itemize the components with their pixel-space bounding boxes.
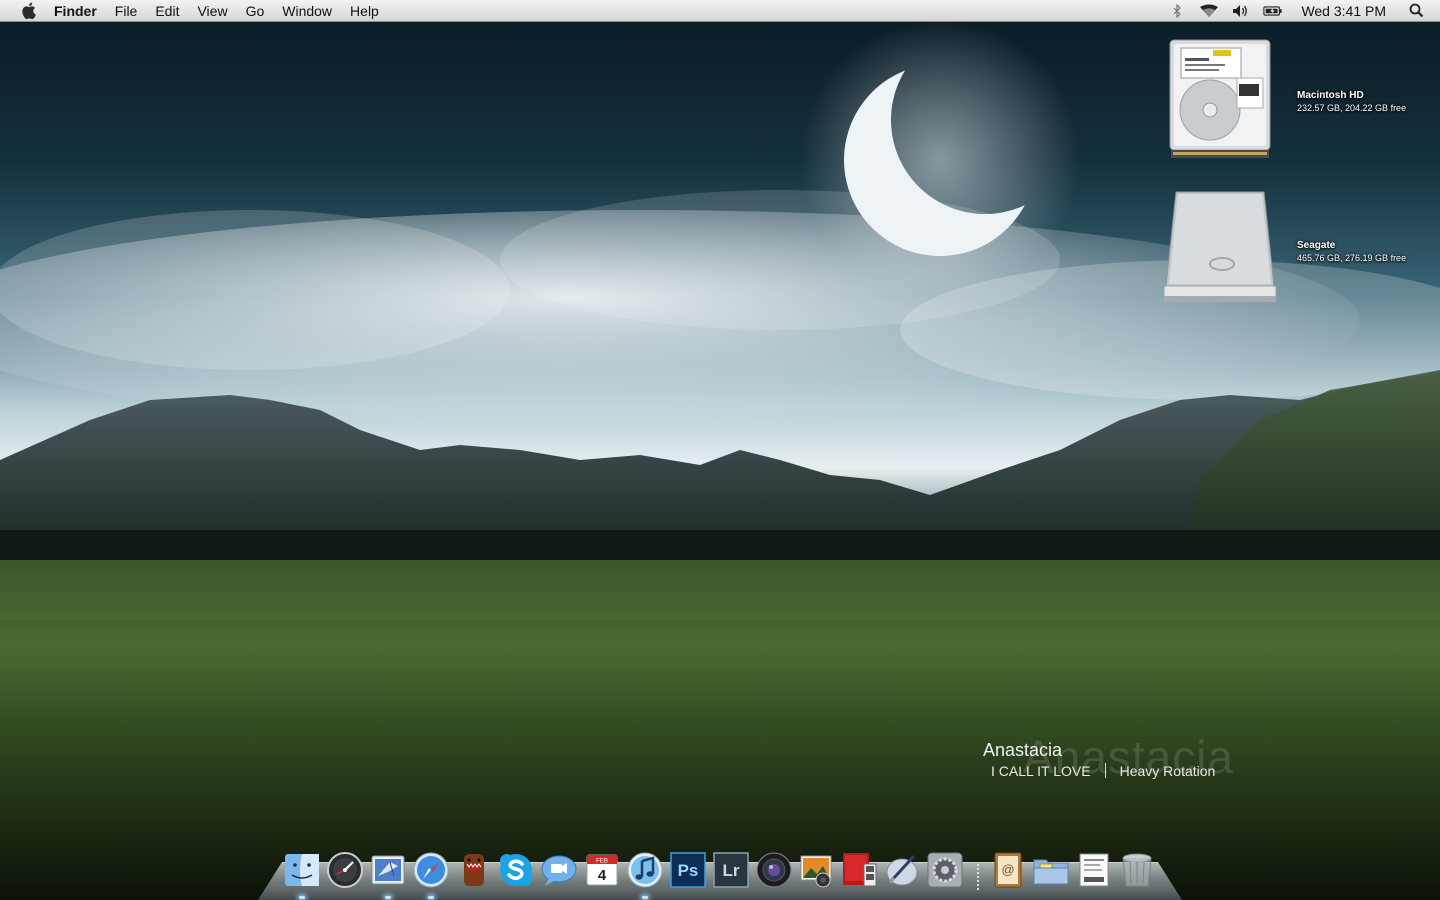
spotlight-search-icon[interactable] — [1406, 3, 1426, 19]
dock-item-downloads[interactable] — [1074, 850, 1114, 890]
menu-finder[interactable]: Finder — [54, 0, 106, 22]
dock-item-photoshop[interactable]: Ps — [668, 850, 708, 890]
downloads-stack-icon — [1079, 853, 1109, 887]
now-playing-details: I CALL IT LOVE Heavy Rotation — [983, 763, 1215, 779]
photoshop-icon: Ps — [670, 852, 706, 888]
dock-item-domo[interactable] — [454, 850, 494, 890]
menu-go[interactable]: Go — [237, 0, 274, 22]
drive-label-macintosh-hd: Macintosh HD 232.57 GB, 204.22 GB free — [1297, 89, 1406, 115]
internal-hard-drive-icon — [1169, 39, 1271, 158]
running-indicator — [384, 896, 391, 899]
mail-icon — [371, 855, 405, 885]
now-playing-widget: Anastacia Anastacia I CALL IT LOVE Heavy … — [983, 731, 1233, 783]
drive-info: 465.76 GB, 276.19 GB free — [1297, 253, 1407, 263]
trash-icon — [1122, 853, 1152, 887]
running-indicator — [427, 896, 434, 899]
dock-item-photo-booth[interactable] — [840, 850, 880, 890]
bluetooth-icon[interactable] — [1167, 3, 1187, 19]
dock-item-documents[interactable] — [1031, 850, 1071, 890]
skype-icon — [500, 854, 533, 886]
dock-item-aperture[interactable] — [754, 850, 794, 890]
battery-icon[interactable] — [1263, 3, 1283, 19]
dock-separator — [968, 848, 988, 890]
dock-item-address-book[interactable]: @ — [988, 850, 1028, 890]
desktop-icon-seagate[interactable] — [1162, 190, 1278, 315]
now-playing-album: Heavy Rotation — [1119, 763, 1216, 779]
dock-item-finder[interactable] — [282, 850, 322, 899]
drive-label-seagate: Seagate 465.76 GB, 276.19 GB free — [1297, 239, 1406, 265]
menu-edit[interactable]: Edit — [146, 0, 188, 22]
dock-item-iphoto[interactable] — [797, 850, 837, 890]
script-editor-icon — [886, 854, 918, 886]
address-book-icon: @ — [994, 852, 1022, 888]
dock-item-script-editor[interactable] — [882, 850, 922, 890]
svg-text:@: @ — [1002, 862, 1015, 877]
drive-name: Seagate — [1297, 240, 1336, 251]
menu-view[interactable]: View — [188, 0, 236, 22]
volume-icon[interactable] — [1231, 3, 1251, 19]
running-indicator — [299, 896, 305, 899]
lightroom-icon: Lr — [713, 852, 749, 888]
dock-item-trash[interactable] — [1117, 850, 1157, 890]
apple-logo-icon[interactable] — [18, 1, 38, 21]
menu-window[interactable]: Window — [273, 0, 341, 22]
drive-name: Macintosh HD — [1297, 90, 1364, 101]
external-drive-icon — [1163, 191, 1277, 302]
dock-item-safari[interactable] — [411, 850, 451, 899]
ical-icon: FEB 4 — [586, 854, 618, 886]
ichat-icon — [541, 855, 577, 886]
dock: FEB 4 Ps Lr @ — [282, 844, 1160, 899]
lightroom-label: Lr — [722, 861, 739, 880]
running-indicator — [642, 896, 649, 899]
dock-item-itunes[interactable] — [625, 850, 665, 899]
dock-item-ical[interactable]: FEB 4 — [582, 850, 622, 890]
itunes-icon — [627, 852, 663, 888]
dock-item-dashboard[interactable] — [325, 850, 365, 890]
now-playing-artist: Anastacia — [983, 740, 1063, 760]
menu-help[interactable]: Help — [341, 0, 388, 22]
system-preferences-icon — [927, 852, 963, 888]
menu-bar: Finder File Edit View Go Window Help Wed… — [0, 0, 1440, 22]
dock-item-system-preferences[interactable] — [925, 850, 965, 890]
ical-day: 4 — [598, 867, 607, 884]
domo-icon — [463, 854, 484, 886]
menu-file[interactable]: File — [106, 0, 147, 22]
iphoto-icon — [800, 855, 832, 888]
menu-clock[interactable]: Wed 3:41 PM — [1301, 3, 1386, 19]
wifi-icon[interactable] — [1199, 3, 1219, 19]
photo-booth-icon — [842, 853, 877, 887]
now-playing-track: I CALL IT LOVE — [991, 763, 1091, 779]
aperture-icon — [756, 852, 792, 888]
ical-month: FEB — [596, 859, 608, 865]
safari-icon — [413, 852, 449, 888]
photoshop-label: Ps — [678, 861, 699, 880]
dock-item-mail[interactable] — [368, 850, 408, 899]
now-playing-separator — [1104, 763, 1106, 778]
desktop-icon-macintosh-hd[interactable] — [1165, 38, 1275, 167]
dock-item-skype[interactable] — [496, 850, 536, 890]
dock-item-lightroom[interactable]: Lr — [711, 850, 751, 890]
drive-info: 232.57 GB, 204.22 GB free — [1297, 103, 1407, 113]
dashboard-icon — [326, 852, 363, 888]
dock-item-ichat[interactable] — [539, 850, 579, 890]
menu-extras: Wed 3:41 PM — [1161, 0, 1440, 22]
documents-stack-icon — [1033, 859, 1069, 885]
finder-icon — [285, 854, 319, 886]
